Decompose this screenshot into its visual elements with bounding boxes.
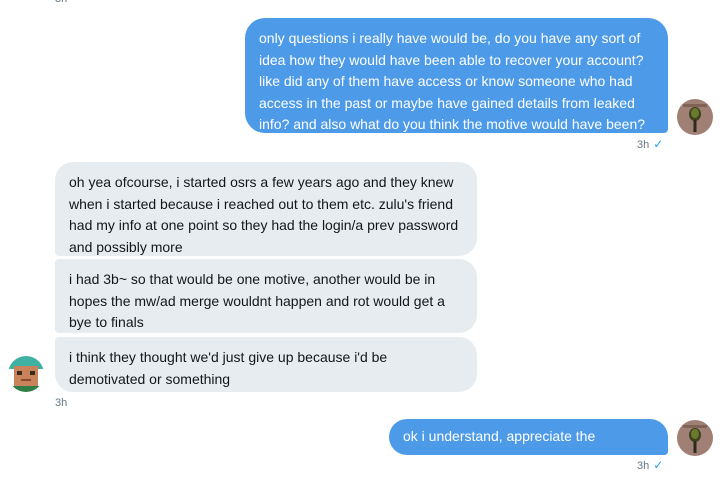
contact-avatar[interactable]: [8, 356, 44, 392]
self-avatar[interactable]: [677, 99, 713, 135]
read-receipt-check-icon: ✓: [653, 137, 664, 151]
microphone-avatar-icon: [677, 99, 713, 135]
message-bubble-incoming[interactable]: i had 3b~ so that would be one motive, a…: [55, 259, 477, 333]
message-timestamp: 3h ✓: [637, 137, 664, 151]
message-bubble-outgoing[interactable]: only questions i really have would be, d…: [245, 18, 668, 133]
self-avatar[interactable]: [677, 420, 713, 456]
read-receipt-check-icon: ✓: [653, 458, 664, 472]
message-timestamp: 3h: [55, 397, 68, 409]
message-timestamp: 3h ✓: [637, 458, 664, 472]
timestamp-top: 3h: [55, 0, 67, 5]
message-bubble-outgoing[interactable]: ok i understand, appreciate the response: [389, 419, 668, 466]
pixel-character-avatar-icon: [8, 356, 44, 392]
message-bubble-incoming[interactable]: i think they thought we'd just give up b…: [55, 337, 477, 392]
message-bubble-incoming[interactable]: oh yea ofcourse, i started osrs a few ye…: [55, 162, 477, 256]
microphone-avatar-icon: [677, 420, 713, 456]
